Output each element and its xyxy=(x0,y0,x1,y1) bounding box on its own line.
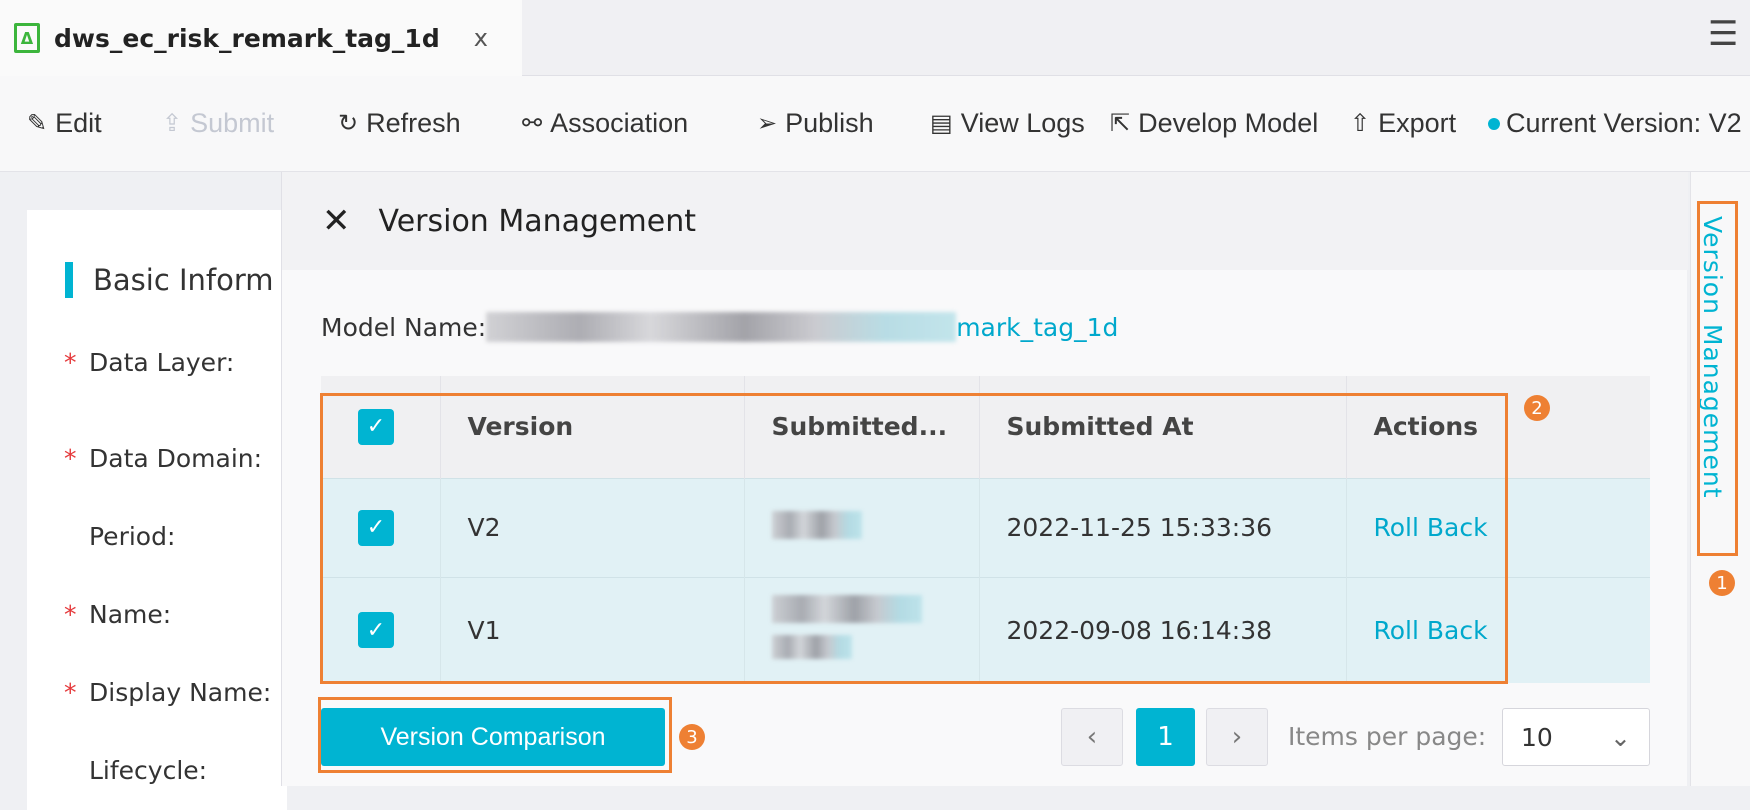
develop-model-label: Develop Model xyxy=(1138,108,1319,138)
link-icon: ⚯ xyxy=(522,110,543,137)
form-label: * Name: xyxy=(64,600,172,629)
upload-icon: ⇪ xyxy=(162,110,183,137)
view-logs-label: View Logs xyxy=(960,108,1085,138)
log-icon: ▤ xyxy=(930,110,953,137)
model-name-link[interactable]: mark_tag_1d xyxy=(956,313,1118,342)
section-label: Basic Inform xyxy=(93,263,274,297)
form-label: * Display Name: xyxy=(64,678,272,707)
tab-title: dws_ec_risk_remark_tag_1d xyxy=(54,23,440,53)
items-per-page-value: 10 xyxy=(1521,722,1553,752)
callout-badge-2: 2 xyxy=(1524,395,1550,421)
model-name: Model Name: mark_tag_1d xyxy=(321,312,1118,342)
export-icon: ⇧ xyxy=(1350,110,1371,137)
close-icon[interactable]: ✕ xyxy=(322,201,351,241)
section-title: Basic Inform xyxy=(65,262,274,298)
publish-button[interactable]: ➢ Publish xyxy=(757,108,874,139)
refresh-icon: ↻ xyxy=(338,110,359,137)
current-version-text: Current Version: V2 xyxy=(1506,108,1742,138)
chevron-down-icon: ⌄ xyxy=(1610,722,1631,752)
export-label: Export xyxy=(1378,108,1457,138)
tab-active[interactable]: ᐃ dws_ec_risk_remark_tag_1d x xyxy=(0,0,522,76)
view-logs-button[interactable]: ▤ View Logs xyxy=(930,108,1085,139)
callout-box-2 xyxy=(320,393,1508,684)
edit-label: Edit xyxy=(55,108,102,138)
callout-box-1 xyxy=(1697,201,1738,556)
edit-icon: ✎ xyxy=(27,110,48,137)
next-page-button[interactable]: › xyxy=(1206,708,1268,766)
basic-info-card xyxy=(27,210,287,810)
section-bar xyxy=(65,262,73,298)
items-per-page-select[interactable]: 10 ⌄ xyxy=(1502,708,1650,766)
toolbar: ✎ Edit ⇪ Submit ↻ Refresh ⚯ Association ➢ Pub… xyxy=(0,76,1750,172)
menu-icon[interactable]: ☰ xyxy=(1708,14,1738,54)
refresh-button[interactable]: ↻ Refresh xyxy=(338,108,461,139)
develop-model-button[interactable]: ⇱ Develop Model xyxy=(1110,108,1318,139)
model-name-label: Model Name: xyxy=(321,312,487,342)
edit-button[interactable]: ✎ Edit xyxy=(27,108,102,139)
redacted-text xyxy=(486,312,957,342)
form-label: * Data Layer: xyxy=(64,348,235,377)
tab-bar: ᐃ dws_ec_risk_remark_tag_1d x ☰ xyxy=(0,0,1750,76)
callout-box-3 xyxy=(318,697,672,773)
prev-page-button[interactable]: ‹ xyxy=(1061,708,1123,766)
callout-badge-3: 3 xyxy=(679,724,705,750)
form-label: Period: xyxy=(89,522,176,551)
export-button[interactable]: ⇧ Export xyxy=(1350,108,1456,139)
form-label: * Data Domain: xyxy=(64,444,263,473)
send-icon: ➢ xyxy=(757,110,778,137)
page-1-button[interactable]: 1 xyxy=(1136,708,1195,766)
model-icon: ᐃ xyxy=(14,23,40,53)
current-version: Current Version: V2 xyxy=(1488,108,1742,139)
callout-badge-1: 1 xyxy=(1709,570,1735,596)
form-label: Lifecycle: xyxy=(89,756,208,785)
submit-button[interactable]: ⇪ Submit xyxy=(162,108,274,139)
drawer-header: ✕ Version Management xyxy=(282,172,1688,270)
external-link-icon: ⇱ xyxy=(1110,110,1131,137)
drawer-title: Version Management xyxy=(378,203,696,239)
close-icon[interactable]: x xyxy=(474,24,488,52)
status-dot xyxy=(1488,117,1500,130)
items-per-page-label: Items per page: xyxy=(1288,722,1487,751)
refresh-label: Refresh xyxy=(366,108,461,138)
association-button[interactable]: ⚯ Association xyxy=(522,108,688,139)
association-label: Association xyxy=(550,108,689,138)
publish-label: Publish xyxy=(785,108,874,138)
submit-label: Submit xyxy=(190,108,275,138)
